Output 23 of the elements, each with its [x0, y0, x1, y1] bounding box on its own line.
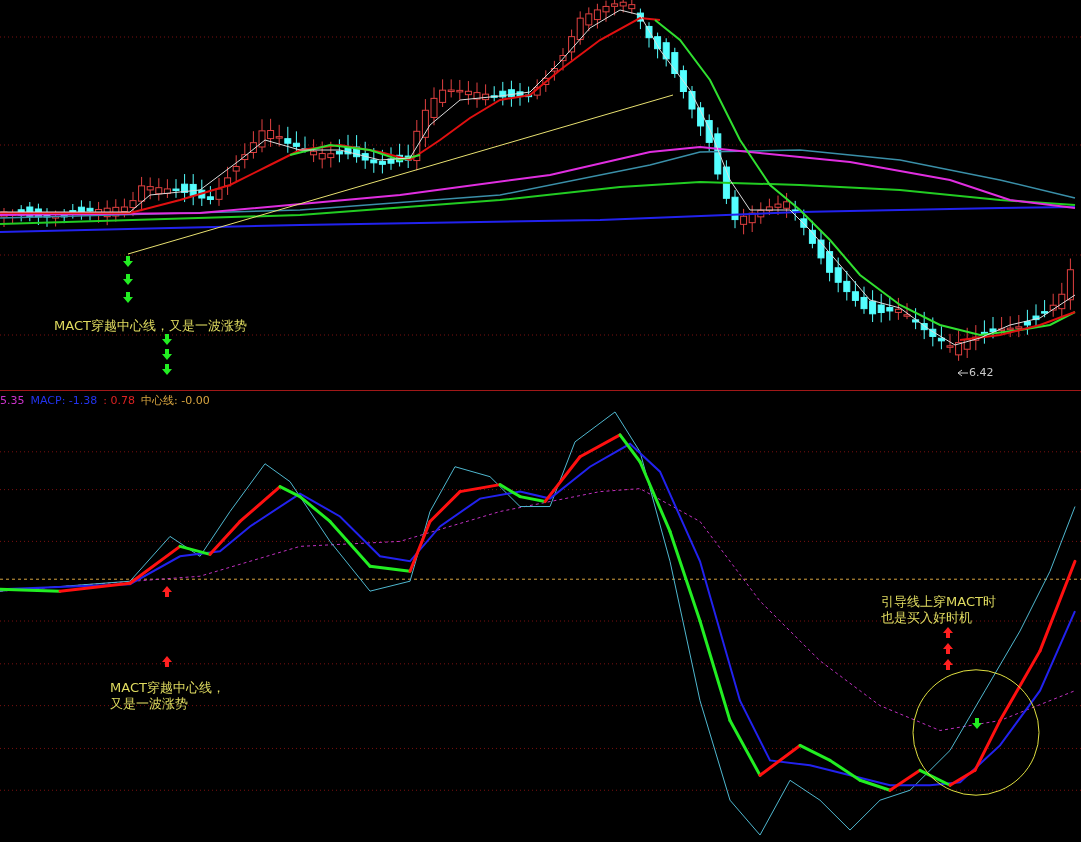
legend-value: MACP: -1.38: [30, 393, 98, 407]
up-arrow-icon: [942, 626, 954, 638]
up-arrow-icon: [161, 655, 173, 667]
up-arrow-icon: [942, 658, 954, 670]
down-arrow-icon: [122, 292, 134, 304]
annotation-text: 又是一波涨势: [110, 696, 189, 712]
annotation-text: MACT穿越中心线，又是一波涨势: [54, 318, 247, 334]
annotation-text: 引导线上穿MACT时: [881, 594, 996, 610]
annotation-text: MACT穿越中心线，: [110, 680, 225, 696]
low-price-label: 6.42: [969, 366, 994, 379]
down-arrow-icon: [161, 334, 173, 346]
legend-value: : 0.78: [103, 393, 135, 407]
down-arrow-icon: [971, 718, 983, 730]
down-arrow-icon: [161, 364, 173, 376]
up-arrow-icon: [942, 642, 954, 654]
legend-value: 5.35: [0, 393, 25, 407]
up-arrow-icon: [161, 585, 173, 597]
legend-value: 中心线: -0.00: [141, 392, 210, 408]
down-arrow-icon: [122, 274, 134, 286]
down-arrow-icon: [122, 256, 134, 268]
down-arrow-icon: [161, 349, 173, 361]
annotation-text: 也是买入好时机: [881, 610, 973, 626]
low-price-leader-line: [957, 369, 969, 377]
